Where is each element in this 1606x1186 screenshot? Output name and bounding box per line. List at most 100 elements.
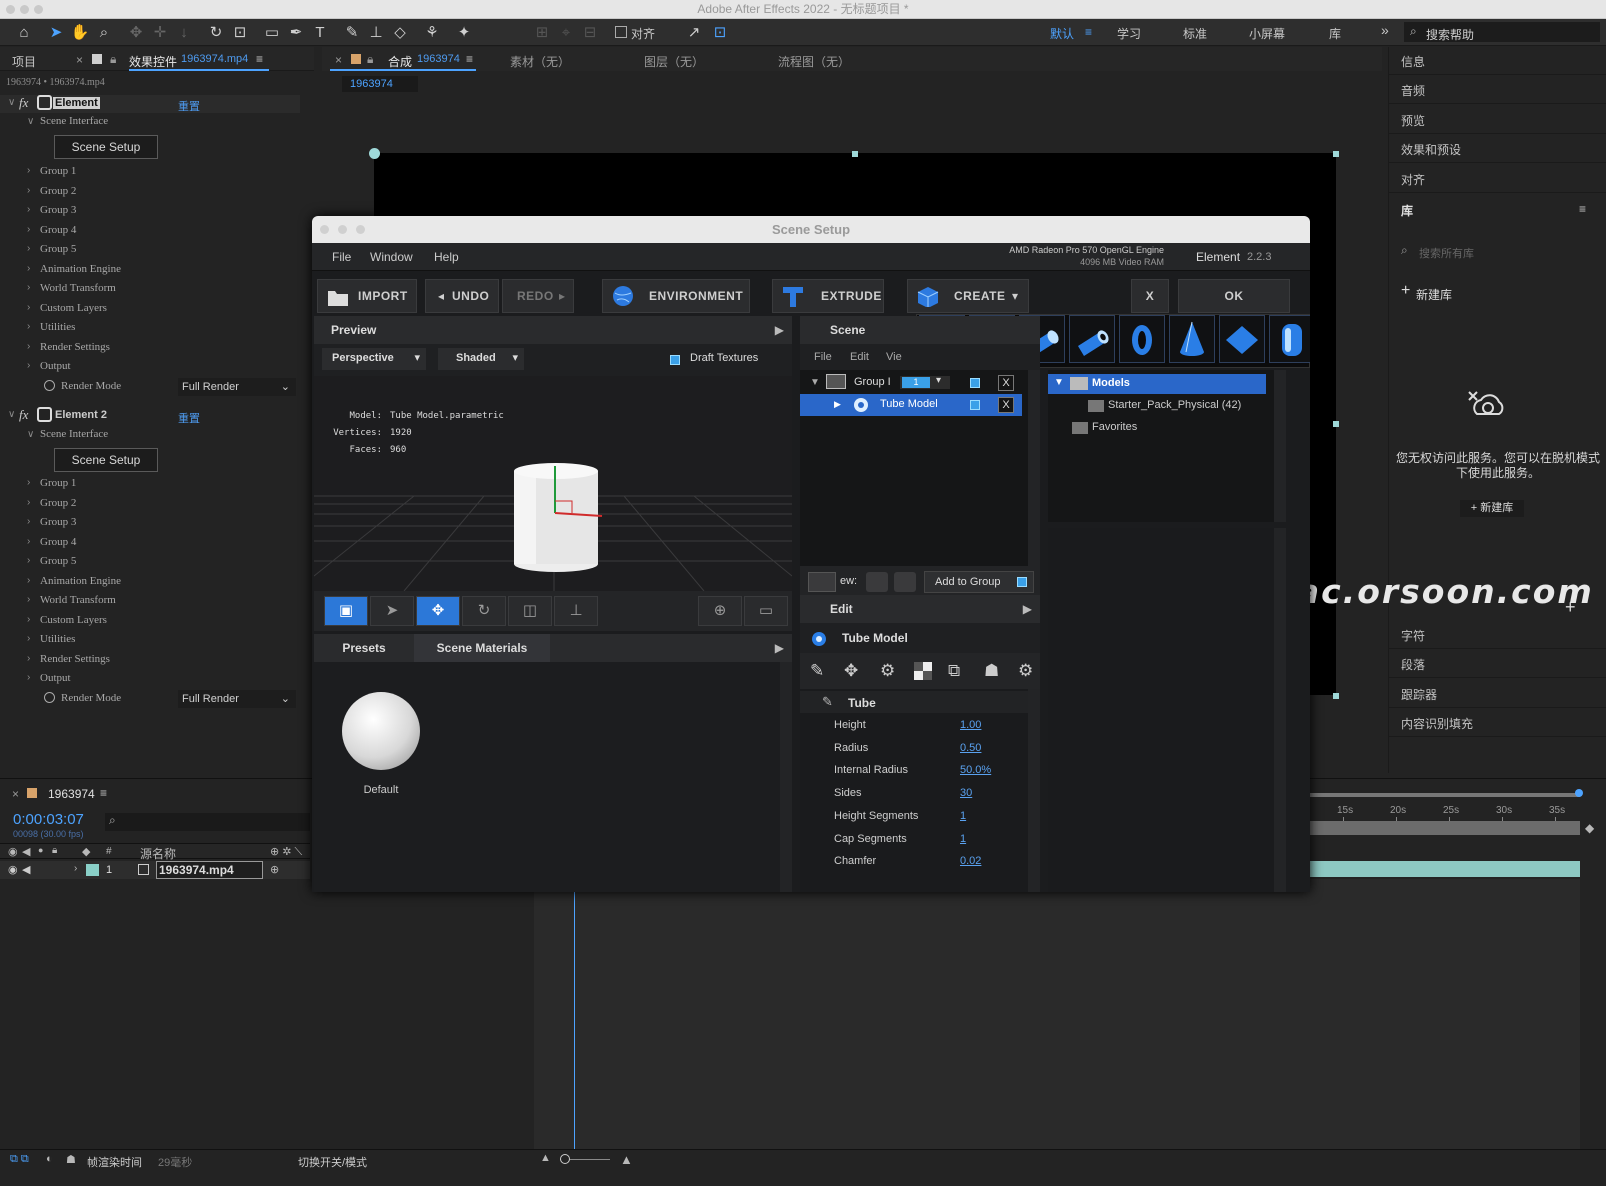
- create-cone-button[interactable]: [1169, 315, 1215, 363]
- element1-group-item[interactable]: Group 3: [40, 204, 76, 216]
- scene-menu-edit[interactable]: Edit: [850, 351, 869, 363]
- collapse-chevron-icon[interactable]: ∨: [27, 429, 34, 440]
- param-value-field[interactable]: 1.00: [960, 719, 981, 731]
- element1-group-item[interactable]: Utilities: [40, 321, 75, 333]
- time-navigator[interactable]: [1310, 821, 1580, 835]
- layer-name[interactable]: 1963974.mp4: [156, 861, 263, 879]
- puppet-tool-icon[interactable]: ✦: [454, 23, 474, 43]
- tab-composition[interactable]: 合成: [388, 53, 412, 70]
- material-checker-icon[interactable]: [914, 662, 932, 680]
- new-library-link[interactable]: 新建库: [1416, 286, 1452, 303]
- expand-chevron-icon[interactable]: ›: [27, 302, 30, 313]
- help-search-box[interactable]: ⌕ 搜索帮助: [1404, 22, 1600, 42]
- tab-footage[interactable]: 素材（无）: [510, 53, 570, 70]
- new-library-button[interactable]: + 新建库: [1460, 500, 1524, 517]
- group-visibility-toggle[interactable]: [970, 378, 980, 388]
- menu-file[interactable]: File: [332, 250, 351, 264]
- tab-composition-name[interactable]: 1963974: [417, 53, 460, 65]
- scene-item-tube-model[interactable]: ▶ Tube Model X: [800, 394, 1022, 416]
- pen-tool-icon[interactable]: ✒: [286, 23, 306, 43]
- bevel-icon[interactable]: ☗: [984, 661, 999, 681]
- tab-effect-controls[interactable]: 效果控件: [129, 53, 177, 70]
- element1-group-item[interactable]: World Transform: [40, 282, 116, 294]
- lock-icon[interactable]: 🔒︎: [367, 52, 373, 67]
- stopwatch-icon[interactable]: [44, 692, 55, 703]
- library-menu-icon[interactable]: ≡: [1579, 202, 1586, 216]
- dolly-tool-icon[interactable]: ↓: [174, 23, 194, 43]
- snap-grid-icon[interactable]: ⊡: [710, 23, 730, 43]
- clone-stamp-tool-icon[interactable]: ⊥: [366, 23, 386, 43]
- expand-chevron-icon[interactable]: ›: [27, 516, 30, 527]
- camera-tool-icon[interactable]: ▣: [324, 596, 368, 626]
- layer-bound-handle[interactable]: [852, 151, 858, 157]
- col-source-name[interactable]: 源名称: [140, 845, 176, 862]
- tab-scene-materials[interactable]: Scene Materials: [414, 634, 550, 662]
- tab-presets[interactable]: Presets: [314, 634, 414, 662]
- multi-object-icon[interactable]: ⧉: [948, 661, 960, 681]
- rectangle-tool-icon[interactable]: ▭: [262, 23, 282, 43]
- element2-group-item[interactable]: Custom Layers: [40, 614, 107, 626]
- layer-bound-handle[interactable]: [1333, 151, 1339, 157]
- expand-chevron-icon[interactable]: ›: [27, 497, 30, 508]
- rotate-tool-icon[interactable]: ↻: [462, 596, 506, 626]
- layer-bound-handle[interactable]: [1333, 693, 1339, 699]
- expand-chevron-icon[interactable]: ›: [27, 321, 30, 332]
- home-icon[interactable]: ⌂: [14, 23, 34, 43]
- expand-chevron-icon[interactable]: ›: [27, 672, 30, 683]
- right-panel-item[interactable]: 内容识别填充: [1389, 709, 1606, 738]
- create-tube-button[interactable]: [1069, 315, 1115, 363]
- screen-tool-icon[interactable]: ▭: [744, 596, 788, 626]
- tube-visibility-toggle[interactable]: [970, 400, 980, 410]
- zoom-window-button[interactable]: [34, 5, 43, 14]
- more-workspaces-icon[interactable]: »: [1381, 22, 1389, 38]
- element2-group-item[interactable]: Group 2: [40, 497, 76, 509]
- add-to-group-button[interactable]: Add to Group: [924, 571, 1034, 593]
- import-button[interactable]: IMPORT: [317, 279, 417, 313]
- right-panel-item[interactable]: 信息: [1389, 47, 1606, 75]
- element1-group-item[interactable]: Render Settings: [40, 341, 110, 353]
- work-area-bar[interactable]: [1310, 793, 1580, 797]
- navigator-end-icon[interactable]: ◆: [1585, 821, 1594, 835]
- multi-view-icon[interactable]: [894, 572, 916, 592]
- scale-tool-icon[interactable]: ◫: [508, 596, 552, 626]
- right-panel-item[interactable]: 对齐: [1389, 165, 1606, 193]
- element1-group-item[interactable]: Group 5: [40, 243, 76, 255]
- collapse-chevron-icon[interactable]: ∨: [8, 97, 15, 108]
- close-tab-icon[interactable]: ×: [76, 53, 83, 67]
- close-tab-icon[interactable]: ×: [12, 787, 19, 801]
- element2-group-item[interactable]: Group 3: [40, 516, 76, 528]
- expand-chevron-icon[interactable]: ›: [27, 594, 30, 605]
- zoom-tool-icon[interactable]: ⌕: [94, 23, 114, 43]
- materials-scrollbar[interactable]: [780, 662, 792, 892]
- collapse-chevron-icon[interactable]: ∨: [8, 409, 15, 420]
- workspace-learn[interactable]: 学习: [1117, 25, 1141, 42]
- redo-button[interactable]: REDO ▸: [502, 279, 574, 313]
- element2-group-item[interactable]: Group 1: [40, 477, 76, 489]
- models-root-folder[interactable]: ▼ Models: [1048, 374, 1266, 394]
- element1-reset-link[interactable]: 重置: [178, 98, 200, 114]
- dialog-minimize-button[interactable]: [338, 225, 347, 234]
- undo-button[interactable]: ◂ UNDO: [425, 279, 499, 313]
- add-to-group-toggle[interactable]: [1017, 577, 1027, 587]
- create-capsule-button[interactable]: [1269, 315, 1310, 363]
- dialog-cancel-button[interactable]: X: [1131, 279, 1169, 313]
- deform-gears-icon[interactable]: ⚙: [880, 661, 895, 681]
- tab-project[interactable]: 项目: [12, 53, 36, 70]
- stopwatch-icon[interactable]: [44, 380, 55, 391]
- param-value-field[interactable]: 0.02: [960, 855, 981, 867]
- element1-group-item[interactable]: Group 4: [40, 224, 76, 236]
- shading-select[interactable]: Shaded ▾: [438, 348, 524, 370]
- extrude-button[interactable]: EXTRUDE: [772, 279, 884, 313]
- group-number-select[interactable]: 1 ▾: [900, 375, 950, 389]
- expand-chevron-icon[interactable]: ›: [27, 555, 30, 566]
- param-value-field[interactable]: 50.0%: [960, 764, 991, 776]
- param-value-field[interactable]: 30: [960, 787, 972, 799]
- element2-group-item[interactable]: Render Settings: [40, 653, 110, 665]
- expand-item-icon[interactable]: ▶: [834, 399, 841, 410]
- timeline-comp-tab[interactable]: 1963974: [48, 787, 95, 801]
- new-folder-icon[interactable]: [808, 572, 836, 592]
- group-name[interactable]: Group I: [854, 376, 891, 388]
- element2-render-mode-select[interactable]: Full Render ⌄: [178, 690, 296, 708]
- axis-tool-icon[interactable]: ⊥: [554, 596, 598, 626]
- element1-render-mode-select[interactable]: Full Render ⌄: [178, 378, 296, 396]
